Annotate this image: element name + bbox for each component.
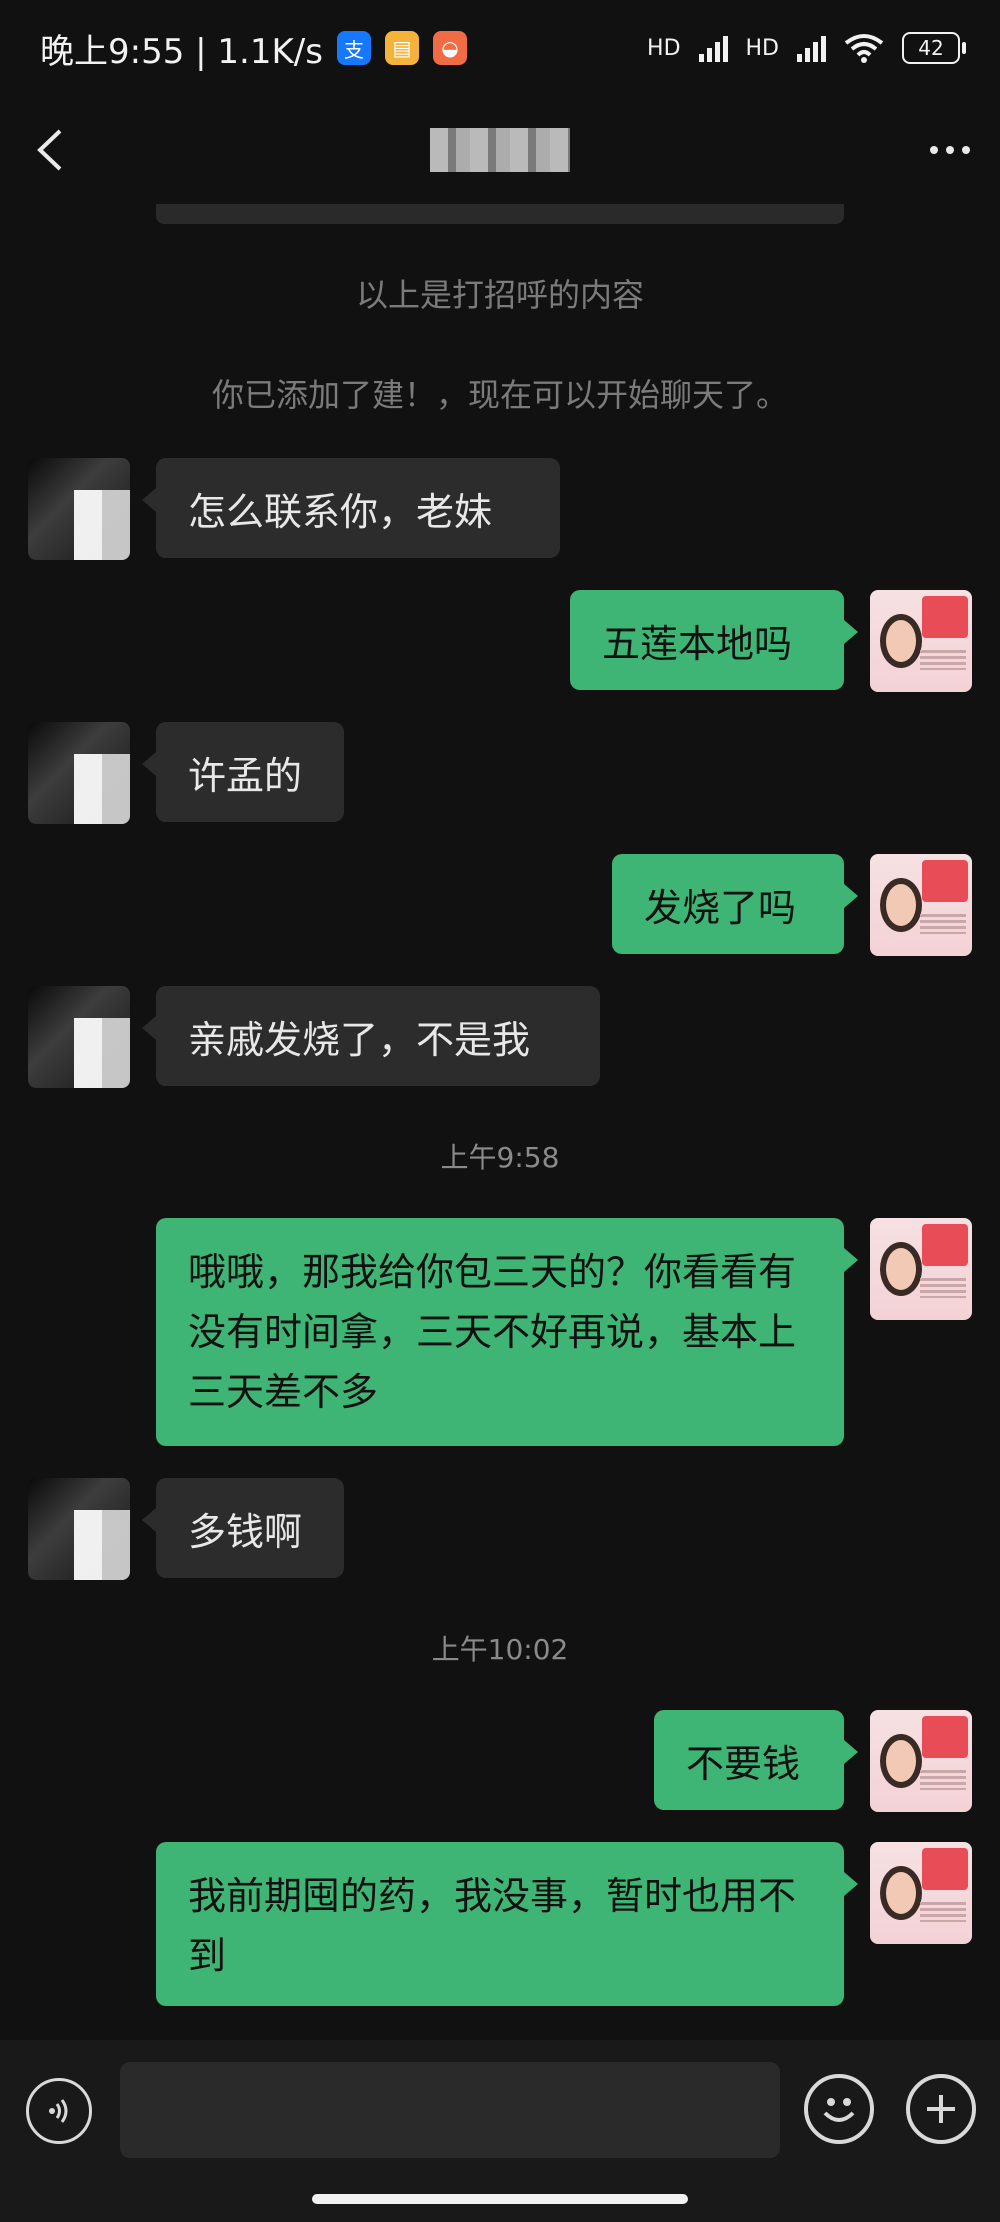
status-bar: 晚上9:55 | 1.1K/s 支 ▤ ◒ HD HD 42 <box>0 0 1000 96</box>
message-bubble[interactable]: 怎么联系你，老妹 <box>142 458 560 558</box>
status-left: 晚上9:55 | 1.1K/s 支 ▤ ◒ <box>40 24 467 73</box>
message-bubble[interactable]: 哦哦，那我给你包三天的？你看看有没有时间拿，三天不好再说，基本上三天差不多 <box>156 1218 858 1446</box>
more-dots-icon[interactable] <box>930 146 970 154</box>
message-bubble[interactable]: 不要钱 <box>654 1710 858 1810</box>
status-time: 晚上9:55 | 1.1K/s <box>40 31 323 72</box>
emoji-icon[interactable] <box>804 2074 874 2144</box>
signal-icon-2 <box>797 34 826 62</box>
contact-avatar[interactable] <box>28 458 130 560</box>
plus-icon[interactable] <box>906 2074 976 2144</box>
chat-header <box>0 96 1000 204</box>
contact-avatar[interactable] <box>28 722 130 824</box>
shop-icon: ◒ <box>432 31 467 65</box>
signal-icon-1 <box>698 34 728 62</box>
message-bubble[interactable]: 五莲本地吗 <box>570 590 858 690</box>
home-indicator[interactable] <box>312 2194 688 2204</box>
message-bubble[interactable]: 亲戚发烧了，不是我 <box>142 986 600 1086</box>
message-bubble[interactable]: 发烧了吗 <box>612 854 858 954</box>
timestamp: 上午10:02 <box>431 1633 569 1666</box>
system-message: 以上是打招呼的内容 <box>355 276 644 314</box>
voice-icon[interactable] <box>26 2078 92 2144</box>
my-avatar[interactable] <box>870 854 972 956</box>
message-bubble[interactable]: 我前期囤的药，我没事，暂时也用不到 <box>156 1842 858 2006</box>
hd-label-1: HD <box>647 35 681 61</box>
wifi-icon <box>844 34 884 63</box>
my-avatar[interactable] <box>870 1842 972 1944</box>
alipay-icon: 支 <box>336 31 371 65</box>
my-avatar[interactable] <box>870 1218 972 1320</box>
contact-avatar[interactable] <box>28 1478 130 1580</box>
notes-icon: ▤ <box>384 31 419 65</box>
hd-label-2: HD <box>745 35 779 61</box>
system-message: 你已添加了建！，现在可以开始聊天了。 <box>211 376 788 414</box>
contact-name-pixelated <box>430 128 570 172</box>
status-right: HD HD 42 <box>647 32 966 64</box>
contact-avatar[interactable] <box>28 986 130 1088</box>
battery-indicator: 42 <box>902 32 966 64</box>
chevron-left-icon[interactable] <box>30 125 70 175</box>
message-input[interactable] <box>120 2062 780 2158</box>
chat-area[interactable]: 以上是打招呼的内容 你已添加了建！，现在可以开始聊天了。 怎么联系你，老妹 五莲… <box>0 250 1000 2030</box>
message-bubble[interactable]: 许孟的 <box>142 722 344 822</box>
greeting-card-edge <box>156 204 844 224</box>
my-avatar[interactable] <box>870 590 972 692</box>
timestamp: 上午9:58 <box>440 1141 560 1174</box>
my-avatar[interactable] <box>870 1710 972 1812</box>
message-bubble[interactable]: 多钱啊 <box>142 1478 344 1578</box>
